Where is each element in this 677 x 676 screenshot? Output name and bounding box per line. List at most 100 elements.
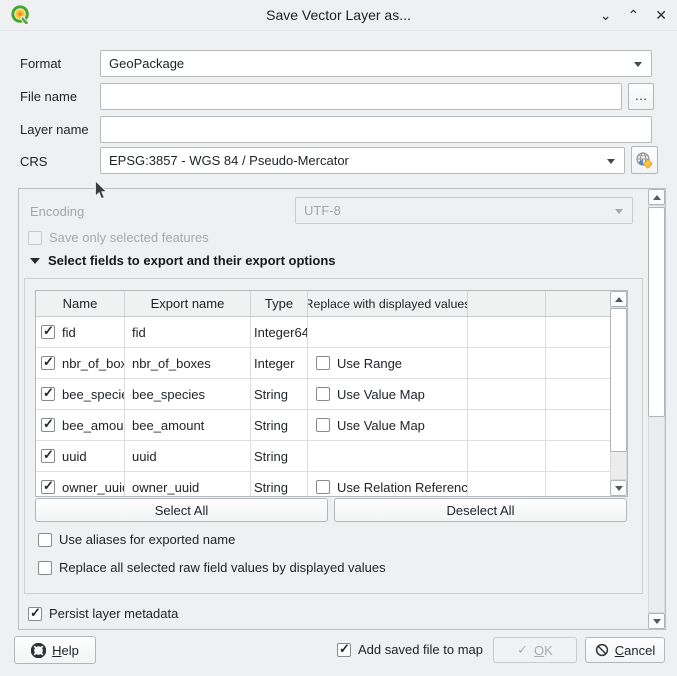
crs-select[interactable]: EPSG:3857 - WGS 84 / Pseudo-Mercator bbox=[100, 147, 625, 174]
maximize-icon[interactable]: ⌃ bbox=[628, 8, 640, 22]
field-checkbox[interactable] bbox=[41, 418, 55, 432]
replace-cell[interactable] bbox=[308, 317, 468, 347]
minimize-icon[interactable]: ⌄ bbox=[600, 8, 612, 22]
export-name-cell[interactable]: bee_species bbox=[125, 379, 251, 409]
replace-label: Use Range bbox=[337, 356, 402, 371]
name-cell[interactable]: owner_uuid bbox=[36, 472, 125, 497]
replace-checkbox[interactable] bbox=[316, 356, 330, 370]
export-name-cell[interactable]: nbr_of_boxes bbox=[125, 348, 251, 378]
empty-cell bbox=[468, 317, 546, 347]
replace-checkbox[interactable] bbox=[316, 480, 330, 494]
layer-name-field[interactable] bbox=[101, 117, 651, 142]
fields-section-header[interactable]: Select fields to export and their export… bbox=[30, 253, 336, 268]
persist-metadata-checkbox[interactable]: Persist layer metadata bbox=[28, 606, 178, 621]
replace-label: Use Relation Reference bbox=[337, 480, 468, 495]
scroll-up-icon[interactable] bbox=[610, 291, 627, 307]
table-row[interactable]: owner_uuid owner_uuid String Use Relatio… bbox=[36, 472, 627, 497]
file-name-field[interactable] bbox=[101, 84, 621, 109]
crs-picker-button[interactable] bbox=[631, 146, 658, 174]
replace-cell[interactable]: Use Range bbox=[308, 348, 468, 378]
window-title: Save Vector Layer as... bbox=[0, 0, 677, 30]
name-cell[interactable]: fid bbox=[36, 317, 125, 347]
empty-cell bbox=[468, 410, 546, 440]
scroll-down-icon[interactable] bbox=[648, 613, 665, 629]
help-button[interactable]: Help bbox=[14, 636, 96, 664]
type-cell: String bbox=[251, 379, 308, 409]
type-cell: String bbox=[251, 441, 308, 471]
name-cell[interactable]: bee_amount bbox=[36, 410, 125, 440]
encoding-value: UTF-8 bbox=[304, 203, 341, 218]
add-saved-file-checkbox[interactable]: Add saved file to map bbox=[337, 642, 483, 657]
save-only-selected-label: Save only selected features bbox=[49, 230, 209, 245]
name-cell[interactable]: uuid bbox=[36, 441, 125, 471]
cancel-button[interactable]: Cancel bbox=[585, 637, 665, 663]
export-name-cell[interactable]: owner_uuid bbox=[125, 472, 251, 497]
field-checkbox[interactable] bbox=[41, 325, 55, 339]
chevron-down-icon bbox=[615, 209, 623, 214]
name-cell[interactable]: bee_species bbox=[36, 379, 125, 409]
scrollbar-thumb[interactable] bbox=[648, 207, 665, 417]
layer-name-label: Layer name bbox=[20, 122, 89, 137]
header-export-name[interactable]: Export name bbox=[125, 291, 251, 316]
select-all-button[interactable]: Select All bbox=[35, 498, 328, 522]
export-name-cell[interactable]: fid bbox=[125, 317, 251, 347]
crs-label: CRS bbox=[20, 154, 47, 169]
type-cell: String bbox=[251, 410, 308, 440]
replace-all-raw-checkbox[interactable]: Replace all selected raw field values by… bbox=[38, 560, 386, 575]
empty-cell bbox=[468, 472, 546, 497]
field-checkbox[interactable] bbox=[41, 387, 55, 401]
format-select[interactable]: GeoPackage bbox=[100, 50, 652, 77]
checkbox-icon bbox=[28, 231, 42, 245]
table-scrollbar[interactable] bbox=[610, 291, 627, 496]
type-cell: String bbox=[251, 472, 308, 497]
scroll-up-icon[interactable] bbox=[648, 189, 665, 205]
replace-checkbox[interactable] bbox=[316, 418, 330, 432]
scrollbar-thumb[interactable] bbox=[610, 308, 627, 452]
table-row[interactable]: bee_amount bee_amount String Use Value M… bbox=[36, 410, 627, 441]
use-aliases-checkbox[interactable]: Use aliases for exported name bbox=[38, 532, 235, 547]
field-checkbox[interactable] bbox=[41, 356, 55, 370]
ok-label: OK bbox=[534, 643, 553, 658]
checkbox-icon[interactable] bbox=[28, 607, 42, 621]
checkbox-icon[interactable] bbox=[337, 643, 351, 657]
deselect-all-button[interactable]: Deselect All bbox=[334, 498, 627, 522]
checkbox-icon[interactable] bbox=[38, 533, 52, 547]
scroll-down-icon[interactable] bbox=[610, 480, 627, 496]
export-name-cell[interactable]: uuid bbox=[125, 441, 251, 471]
name-cell[interactable]: nbr_of_boxes bbox=[36, 348, 125, 378]
header-replace[interactable]: Replace with displayed values bbox=[308, 291, 468, 316]
field-export-name: owner_uuid bbox=[132, 480, 199, 495]
field-type: Integer bbox=[254, 356, 294, 371]
options-scrollbar[interactable] bbox=[648, 189, 665, 629]
table-row[interactable]: fid fid Integer64 bbox=[36, 317, 627, 348]
encoding-select: UTF-8 bbox=[295, 197, 633, 224]
browse-button[interactable]: … bbox=[628, 83, 654, 110]
table-row[interactable]: nbr_of_boxes nbr_of_boxes Integer Use Ra… bbox=[36, 348, 627, 379]
file-name-field-wrap bbox=[100, 83, 622, 110]
close-icon[interactable]: ✕ bbox=[655, 8, 667, 22]
field-checkbox[interactable] bbox=[41, 480, 55, 494]
type-cell: Integer bbox=[251, 348, 308, 378]
format-value: GeoPackage bbox=[109, 56, 184, 71]
cancel-label: Cancel bbox=[615, 643, 655, 658]
checkbox-icon[interactable] bbox=[38, 561, 52, 575]
replace-checkbox[interactable] bbox=[316, 387, 330, 401]
field-export-name: bee_amount bbox=[132, 418, 204, 433]
fields-table-body: fid fid Integer64 nbr_of_boxes nbr_of_bo… bbox=[36, 317, 627, 497]
field-type: String bbox=[254, 480, 288, 495]
field-checkbox[interactable] bbox=[41, 449, 55, 463]
fields-section-title: Select fields to export and their export… bbox=[48, 253, 336, 268]
header-type[interactable]: Type bbox=[251, 291, 308, 316]
export-name-cell[interactable]: bee_amount bbox=[125, 410, 251, 440]
field-export-name: fid bbox=[132, 325, 146, 340]
replace-cell[interactable] bbox=[308, 441, 468, 471]
field-type: String bbox=[254, 418, 288, 433]
encoding-label: Encoding bbox=[30, 204, 84, 219]
ok-button[interactable]: ✓ OK bbox=[493, 637, 577, 663]
replace-cell[interactable]: Use Relation Reference bbox=[308, 472, 468, 497]
replace-cell[interactable]: Use Value Map bbox=[308, 410, 468, 440]
table-row[interactable]: bee_species bee_species String Use Value… bbox=[36, 379, 627, 410]
table-row[interactable]: uuid uuid String bbox=[36, 441, 627, 472]
header-name[interactable]: Name bbox=[36, 291, 125, 316]
replace-cell[interactable]: Use Value Map bbox=[308, 379, 468, 409]
